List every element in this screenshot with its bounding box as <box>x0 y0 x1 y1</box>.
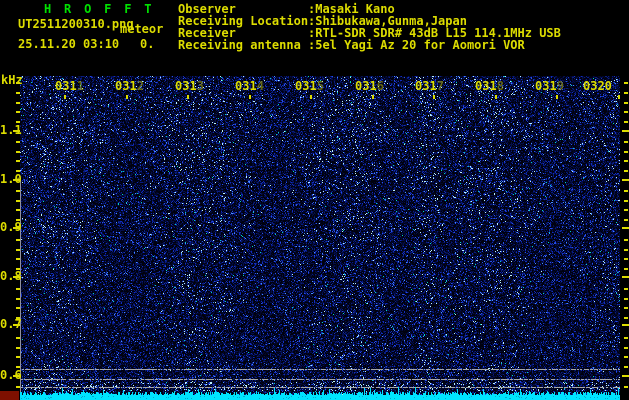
field-value-antenna: :5el Yagi Az 20 for Aomori VOR <box>308 38 525 52</box>
freq-minor-tick-right <box>624 200 628 202</box>
freq-minor-tick-right <box>624 92 628 94</box>
filename-label: UT2511200310.png <box>18 17 134 31</box>
signal-meter-block <box>0 391 19 400</box>
freq-major-tick-left <box>13 227 20 229</box>
mode-label: meteor <box>120 22 164 36</box>
freq-label: 1.1 <box>0 123 22 137</box>
freq-minor-tick-right <box>624 356 628 358</box>
freq-minor-tick-right <box>624 268 628 270</box>
freq-minor-tick-right <box>624 111 628 113</box>
freq-minor-tick-right <box>624 141 628 143</box>
freq-minor-tick-right <box>624 298 628 300</box>
freq-minor-tick-right <box>624 209 628 211</box>
freq-minor-tick-right <box>624 239 628 241</box>
freq-major-tick-left <box>13 130 20 132</box>
freq-unit-label: kHz <box>1 73 23 87</box>
freq-major-tick-left <box>13 179 20 181</box>
freq-minor-tick-right <box>624 102 628 104</box>
freq-label: 1.0 <box>0 172 22 186</box>
freq-minor-tick-right <box>624 151 628 153</box>
spectrogram-canvas <box>20 76 620 400</box>
freq-minor-tick-right <box>624 337 628 339</box>
freq-minor-tick-right <box>624 219 628 221</box>
freq-major-tick-left <box>13 324 20 326</box>
freq-major-tick-left <box>13 276 20 278</box>
app-title: H R O F F T <box>44 2 155 16</box>
freq-major-tick-right <box>622 130 629 132</box>
freq-minor-tick-right <box>624 317 628 319</box>
freq-minor-tick-right <box>624 190 628 192</box>
counter-label: 0. <box>140 37 155 51</box>
freq-minor-tick-right <box>624 121 628 123</box>
field-label-antenna: Receiving antenna <box>178 38 301 52</box>
freq-major-tick-left <box>13 375 20 377</box>
freq-minor-tick-right <box>624 170 628 172</box>
freq-minor-tick-right <box>624 386 628 388</box>
freq-minor-tick-right <box>624 307 628 309</box>
freq-major-tick-right <box>622 227 629 229</box>
freq-minor-tick-right <box>624 347 628 349</box>
freq-major-tick-right <box>622 375 629 377</box>
freq-minor-tick-right <box>624 288 628 290</box>
freq-minor-tick-right <box>624 160 628 162</box>
freq-label: 0.8 <box>0 269 22 283</box>
freq-label: 0.7 <box>0 317 22 331</box>
freq-major-tick-right <box>622 324 629 326</box>
freq-minor-tick-right <box>624 82 628 84</box>
freq-major-tick-right <box>622 276 629 278</box>
freq-minor-tick-right <box>624 249 628 251</box>
freq-minor-tick-right <box>624 258 628 260</box>
datetime-label: 25.11.20 03:10 <box>18 37 120 51</box>
freq-major-tick-right <box>622 179 629 181</box>
freq-label: 0.6 <box>0 368 22 382</box>
freq-minor-tick-right <box>624 366 628 368</box>
hrofft-window: H R O F F T UT2511200310.png meteor 25.1… <box>0 0 629 400</box>
freq-label: 0.9 <box>0 220 22 234</box>
